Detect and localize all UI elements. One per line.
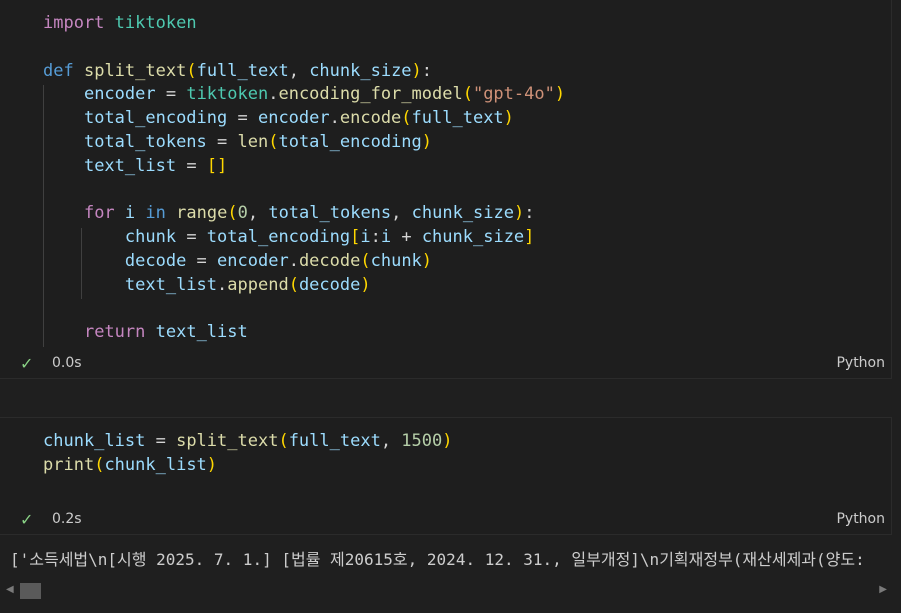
code-line: import tiktoken	[43, 13, 197, 33]
code-line: decode = encoder.decode(chunk)	[124, 250, 433, 271]
code-line: text_list = []	[83, 155, 228, 176]
execution-time: 0.2s	[52, 511, 82, 527]
code-line: total_encoding = encoder.encode(full_tex…	[83, 108, 514, 129]
code-line: for i in range(0, total_tokens, chunk_si…	[83, 203, 535, 224]
cell-2-status-bar: ✓ 0.2s Python	[0, 509, 892, 531]
code-line: encoder = tiktoken.encoding_for_model("g…	[83, 84, 566, 105]
notebook-editor: import tiktoken def split_text(full_text…	[0, 0, 901, 613]
check-icon: ✓	[20, 510, 34, 529]
code-line: return text_list	[83, 322, 248, 343]
horizontal-scrollbar[interactable]: ◀ ▶	[0, 581, 901, 601]
code-cell-1[interactable]: import tiktoken def split_text(full_text…	[0, 0, 892, 379]
code-line: print(chunk_list)	[43, 454, 218, 475]
code-editor[interactable]: import tiktoken def split_text(full_text…	[43, 12, 565, 345]
code-line: total_tokens = len(total_encoding)	[83, 131, 433, 152]
scroll-right-icon[interactable]: ▶	[879, 584, 887, 595]
code-line: chunk_list = split_text(full_text, 1500)	[43, 431, 453, 451]
code-editor[interactable]: chunk_list = split_text(full_text, 1500)…	[43, 430, 453, 478]
scrollbar-thumb[interactable]	[20, 583, 41, 599]
code-line: text_list.append(decode)	[124, 274, 371, 295]
check-icon: ✓	[20, 354, 34, 373]
language-selector[interactable]: Python	[836, 355, 885, 371]
code-line: def split_text(full_text, chunk_size):	[43, 60, 433, 81]
scroll-left-icon[interactable]: ◀	[6, 584, 14, 595]
cell-output: ['소득세법\n[시행 2025. 7. 1.] [법률 제20615호, 20…	[10, 550, 865, 569]
execution-time: 0.0s	[52, 355, 82, 371]
cell-1-status-bar: ✓ 0.0s Python	[0, 353, 892, 375]
language-selector[interactable]: Python	[836, 511, 885, 527]
code-line: chunk = total_encoding[i:i + chunk_size]	[124, 227, 535, 248]
